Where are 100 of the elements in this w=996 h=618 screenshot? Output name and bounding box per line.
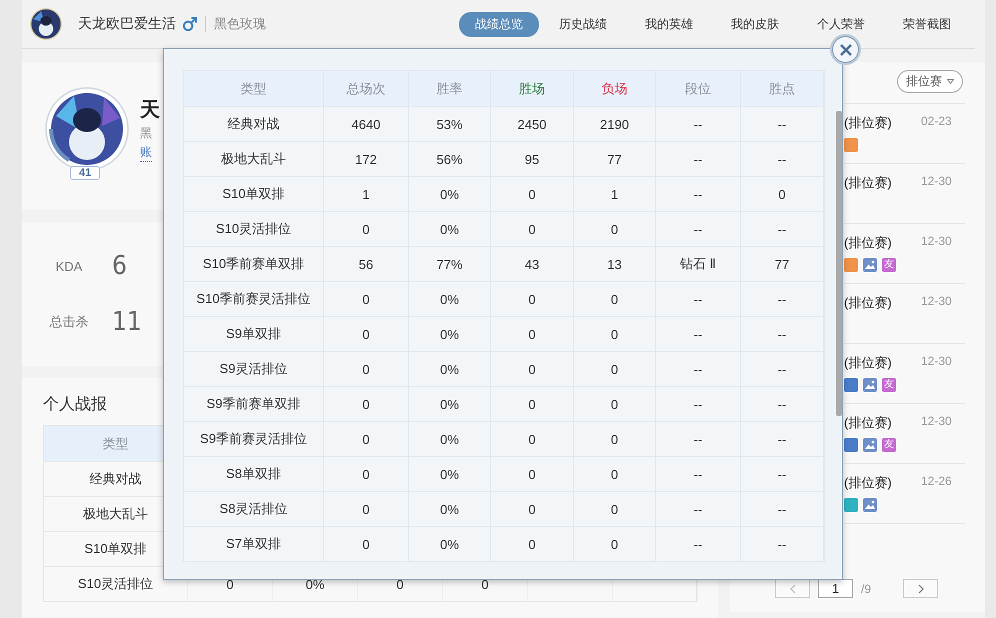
match-title[interactable]: (排位赛) — [844, 414, 916, 432]
match-date: 12-30 — [921, 234, 952, 250]
nav-tab[interactable]: 荣誉截图 — [885, 12, 969, 36]
prev-page-button[interactable] — [775, 579, 810, 598]
table-cell: -- — [741, 211, 824, 246]
table-cell: -- — [741, 526, 824, 561]
stat-label: KDA — [54, 258, 84, 274]
match-title[interactable]: (排位赛) — [844, 174, 916, 192]
table-cell: -- — [656, 211, 741, 246]
match-date: 12-30 — [921, 354, 952, 370]
server-name: 黑色玫瑰 — [214, 15, 266, 33]
table-cell: S10季前赛灵活排位 — [184, 281, 324, 316]
match-title[interactable]: (排位赛) — [844, 354, 916, 372]
stat-label: 总击杀 — [48, 313, 90, 331]
table-cell: -- — [741, 141, 824, 176]
page-field[interactable]: 1 — [818, 579, 853, 598]
nav-tab[interactable]: 战绩总览 — [459, 12, 539, 36]
table-cell: 0 — [574, 421, 656, 456]
table-cell: -- — [741, 386, 824, 421]
table-cell: 13 — [574, 246, 656, 281]
table-cell: 0 — [574, 316, 656, 351]
table-cell: 0 — [574, 456, 656, 491]
nav-tab[interactable]: 我的皮肤 — [713, 12, 797, 36]
table-cell: 钻石 Ⅱ — [656, 246, 741, 281]
page-total: /9 — [861, 582, 872, 596]
table-cell: 0 — [324, 281, 409, 316]
table-cell: 0% — [409, 421, 491, 456]
table-cell: 0 — [324, 456, 409, 491]
table-cell: -- — [656, 456, 741, 491]
table-cell: 2450 — [491, 106, 574, 141]
table-cell: 0 — [491, 316, 574, 351]
table-cell: 0 — [491, 211, 574, 246]
table-cell: 2190 — [574, 106, 656, 141]
match-date: 12-26 — [921, 474, 952, 490]
table-cell: S9单双排 — [184, 316, 324, 351]
table-cell: 0% — [409, 281, 491, 316]
table-cell: -- — [656, 491, 741, 526]
table-cell: 0 — [491, 456, 574, 491]
table-cell: 0 — [491, 351, 574, 386]
table-cell: S9灵活排位 — [184, 351, 324, 386]
match-title[interactable]: (排位赛) — [844, 114, 916, 132]
match-date: 02-23 — [921, 114, 952, 130]
table-cell: -- — [656, 386, 741, 421]
table-cell: S8灵活排位 — [184, 491, 324, 526]
table-cell: -- — [741, 316, 824, 351]
table-cell: 43 — [491, 246, 574, 281]
scrollbar[interactable] — [836, 111, 842, 416]
table-cell: S8单双排 — [184, 456, 324, 491]
nav-tab[interactable]: 历史战绩 — [541, 12, 625, 36]
table-cell: S10季前赛单双排 — [184, 246, 324, 281]
table-cell: 0 — [324, 491, 409, 526]
table-cell: 77 — [574, 141, 656, 176]
table-cell: 77 — [741, 246, 824, 281]
table-cell: 0 — [324, 386, 409, 421]
table-cell: 0 — [574, 386, 656, 421]
table-cell: -- — [656, 141, 741, 176]
table-cell: 0% — [409, 386, 491, 421]
friend-tag: 友 — [882, 438, 896, 452]
table-cell: -- — [741, 456, 824, 491]
table-cell: 0% — [409, 176, 491, 211]
filter-dropdown[interactable]: 排位赛 — [897, 70, 963, 93]
section-title: 个人战报 — [43, 395, 107, 415]
table-cell: 0 — [741, 176, 824, 211]
table-cell: S7单双排 — [184, 526, 324, 561]
table-cell: 0 — [574, 351, 656, 386]
table-cell: S10灵活排位 — [184, 211, 324, 246]
table-cell: 经典对战 — [184, 106, 324, 141]
table-cell: -- — [741, 281, 824, 316]
account-link[interactable]: 账 — [140, 144, 152, 162]
server-name: 黑 — [140, 125, 153, 142]
table-cell: 77% — [409, 246, 491, 281]
nav-tab[interactable]: 我的英雄 — [627, 12, 711, 36]
stat-value: 11 — [112, 307, 142, 337]
level-badge: 41 — [70, 166, 100, 180]
table-cell: -- — [656, 526, 741, 561]
nav-tab[interactable]: 个人荣誉 — [799, 12, 883, 36]
match-date: 12-30 — [921, 294, 952, 310]
table-cell: S9季前赛灵活排位 — [184, 421, 324, 456]
next-page-button[interactable] — [903, 579, 938, 598]
table-cell: 0 — [491, 526, 574, 561]
close-icon — [840, 44, 852, 56]
column-header: 负场 — [574, 71, 656, 106]
match-title[interactable]: (排位赛) — [844, 294, 916, 312]
match-title[interactable]: (排位赛) — [844, 234, 916, 252]
table-cell: 0% — [409, 456, 491, 491]
column-header: 胜点 — [741, 71, 824, 106]
table-cell: 0% — [409, 211, 491, 246]
table-cell: 1 — [324, 176, 409, 211]
caret-icon — [947, 79, 954, 84]
table-cell: 0% — [409, 491, 491, 526]
table-cell: -- — [741, 421, 824, 456]
table-cell: 0 — [324, 526, 409, 561]
table-cell: 172 — [324, 141, 409, 176]
table-cell: 0 — [491, 386, 574, 421]
avatar — [30, 8, 62, 40]
table-cell: 0 — [491, 421, 574, 456]
table-cell: -- — [656, 106, 741, 141]
table-cell: 0 — [574, 281, 656, 316]
chevron-right-icon — [916, 584, 925, 594]
match-title[interactable]: (排位赛) — [844, 474, 916, 492]
